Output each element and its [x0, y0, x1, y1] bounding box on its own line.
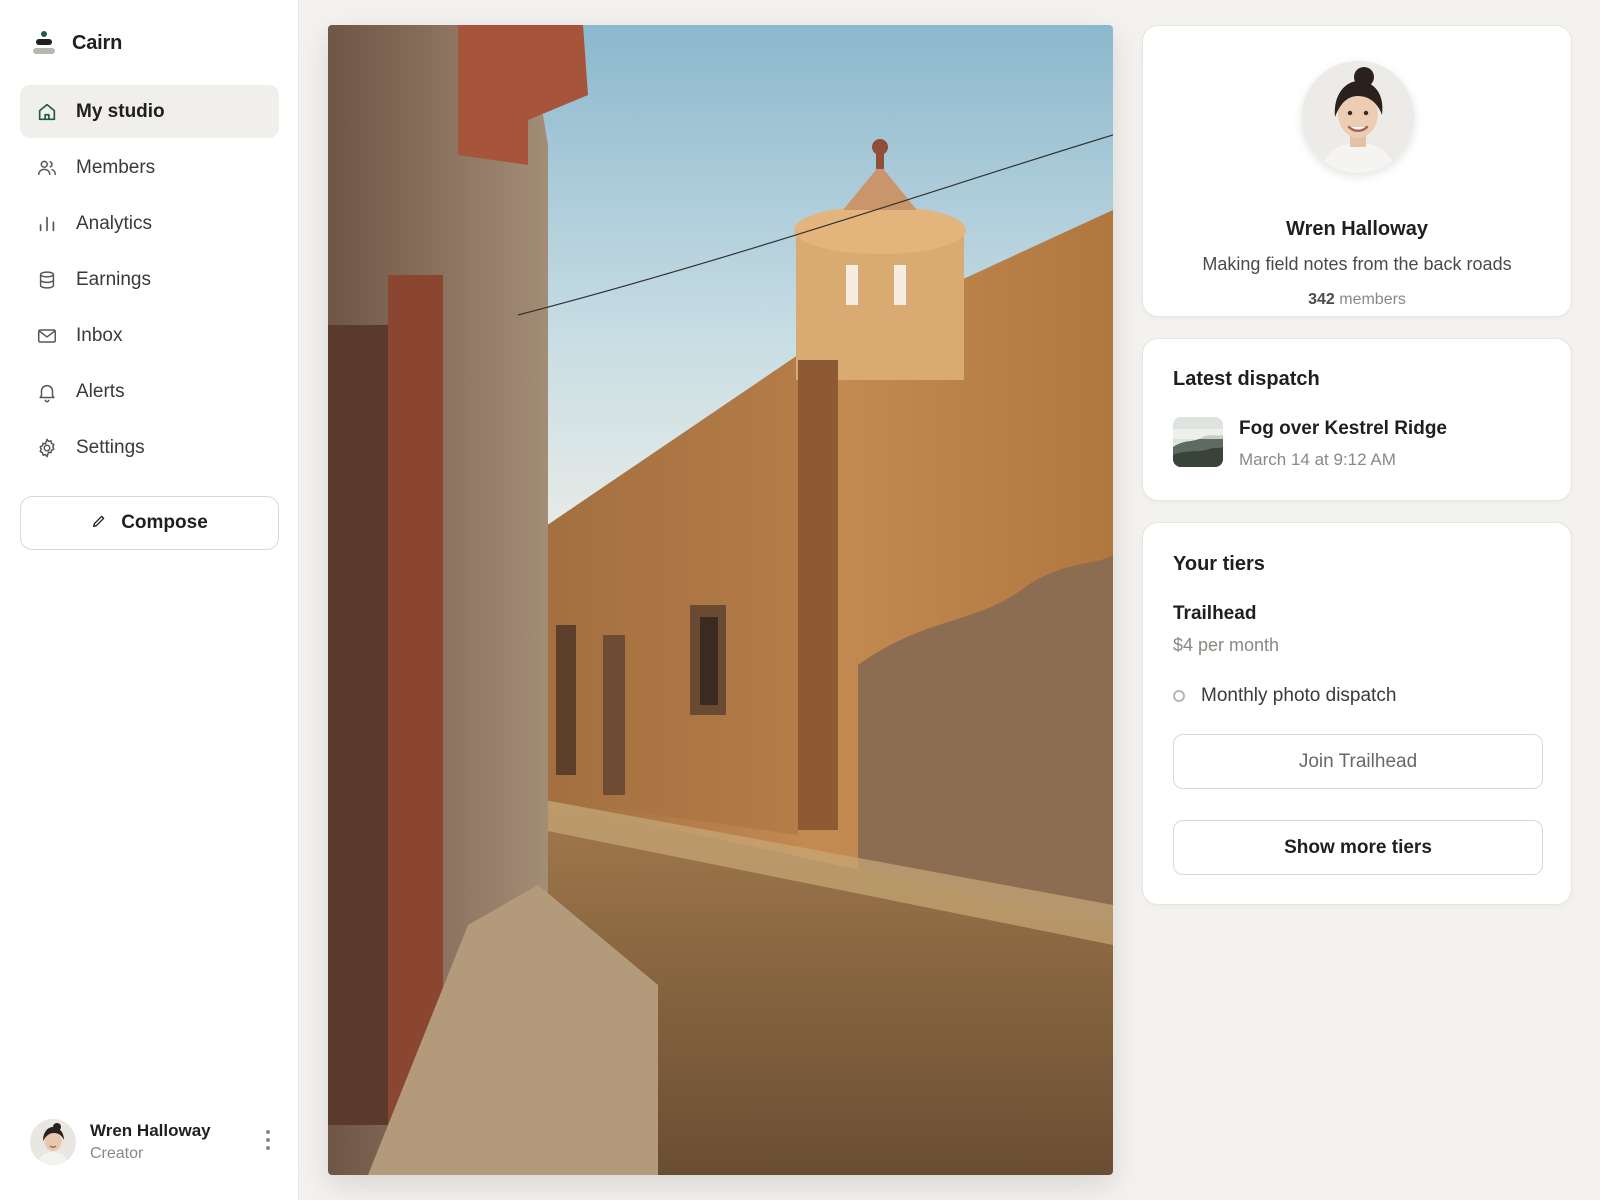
benefit-label: Monthly photo dispatch: [1201, 685, 1397, 706]
profile-card: Wren Halloway Making field notes from th…: [1142, 25, 1572, 317]
featured-photo[interactable]: [328, 25, 1113, 1175]
coins-icon: [36, 269, 58, 291]
card-heading: Latest dispatch: [1173, 368, 1320, 390]
bar-chart-icon: [36, 213, 58, 235]
card-heading: Your tiers: [1173, 553, 1265, 575]
show-more-tiers-button[interactable]: Show more tiers: [1173, 820, 1543, 875]
gear-icon: [36, 437, 58, 459]
app-name: Cairn: [72, 31, 123, 54]
users-icon: [36, 157, 58, 179]
sidebar: Cairn My studio Members Analytics Earnin…: [0, 0, 299, 1200]
profile-bio: Making field notes from the back roads: [1202, 254, 1512, 274]
cairn-logo-icon: [32, 30, 56, 56]
pencil-icon: [91, 513, 107, 534]
sidebar-item-label: Alerts: [76, 380, 125, 402]
mail-icon: [36, 325, 58, 347]
tiers-card: Your tiers Trailhead $4 per month Monthl…: [1142, 522, 1572, 905]
latest-dispatch-card: Latest dispatch Fog over Kestrel Ridge M…: [1142, 338, 1572, 501]
sidebar-item-analytics[interactable]: Analytics: [20, 197, 279, 250]
sidebar-nav: My studio Members Analytics Earnings Inb…: [20, 85, 279, 477]
user-role: Creator: [90, 1145, 144, 1162]
sidebar-item-label: Members: [76, 156, 156, 178]
more-options-button[interactable]: [256, 1126, 280, 1158]
home-icon: [36, 101, 58, 123]
member-count-value: 342: [1308, 291, 1335, 308]
compose-label: Compose: [121, 512, 208, 533]
sidebar-item-label: Inbox: [76, 324, 123, 346]
member-count: 342 members: [1143, 291, 1571, 309]
kebab-menu-icon: [265, 1129, 271, 1156]
dispatch-title[interactable]: Fog over Kestrel Ridge: [1239, 418, 1447, 440]
dispatch-date: March 14 at 9:12 AM: [1239, 450, 1396, 469]
sidebar-item-label: Earnings: [76, 268, 151, 290]
user-menu[interactable]: Wren Halloway Creator: [30, 1118, 280, 1166]
sidebar-item-settings[interactable]: Settings: [20, 421, 279, 474]
dispatch-thumbnail[interactable]: [1173, 417, 1223, 467]
profile-avatar[interactable]: [1302, 61, 1414, 173]
user-name: Wren Halloway: [90, 1121, 211, 1140]
join-tier-button[interactable]: Join Trailhead: [1173, 734, 1543, 789]
sidebar-item-label: My studio: [76, 100, 165, 122]
sidebar-item-label: Analytics: [76, 212, 153, 234]
sidebar-item-inbox[interactable]: Inbox: [20, 309, 279, 362]
tier-benefit: Monthly photo dispatch: [1173, 685, 1396, 707]
member-count-label: members: [1339, 291, 1406, 308]
compose-button[interactable]: Compose: [20, 496, 279, 550]
bullet-circle-icon: [1173, 690, 1185, 702]
profile-name: Wren Halloway: [1286, 218, 1428, 240]
sidebar-item-label: Settings: [76, 436, 145, 458]
avatar: [30, 1119, 76, 1165]
sidebar-item-my-studio[interactable]: My studio: [20, 85, 279, 138]
tier-price: $4 per month: [1173, 635, 1280, 655]
brand[interactable]: Cairn: [32, 28, 122, 58]
sidebar-item-earnings[interactable]: Earnings: [20, 253, 279, 306]
tier-name: Trailhead: [1173, 603, 1257, 624]
bell-icon: [36, 381, 58, 403]
sidebar-item-alerts[interactable]: Alerts: [20, 365, 279, 418]
sidebar-item-members[interactable]: Members: [20, 141, 279, 194]
